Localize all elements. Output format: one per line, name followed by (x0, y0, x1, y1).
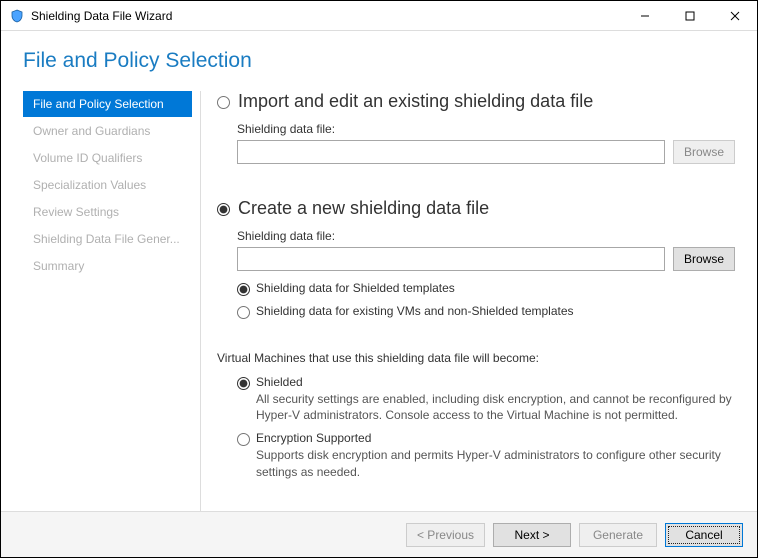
app-icon (9, 8, 25, 24)
vm-encryption-option[interactable]: Encryption Supported Supports disk encry… (237, 431, 735, 479)
content: File and Policy Selection File and Polic… (1, 31, 757, 557)
footer: < Previous Next > Generate Cancel (1, 511, 757, 557)
page-title: File and Policy Selection (1, 31, 757, 91)
sidebar: File and Policy Selection Owner and Guar… (1, 91, 201, 511)
template-nonshielded-option[interactable]: Shielding data for existing VMs and non-… (237, 304, 735, 319)
window-title: Shielding Data File Wizard (31, 9, 622, 23)
create-file-label: Shielding data file: (237, 229, 735, 243)
nav-shielding-data-file-generation[interactable]: Shielding Data File Gener... (23, 226, 192, 252)
body: File and Policy Selection Owner and Guar… (1, 91, 757, 511)
nav-owner-and-guardians[interactable]: Owner and Guardians (23, 118, 192, 144)
vm-shielded-desc: All security settings are enabled, inclu… (256, 391, 735, 423)
import-browse-button[interactable]: Browse (673, 140, 735, 164)
previous-button[interactable]: < Previous (406, 523, 485, 547)
template-shielded-radio[interactable] (237, 283, 250, 296)
generate-button[interactable]: Generate (579, 523, 657, 547)
vm-shielded-radio[interactable] (237, 377, 250, 390)
wizard-window: Shielding Data File Wizard File and Poli… (0, 0, 758, 558)
template-nonshielded-radio[interactable] (237, 306, 250, 319)
vm-shielded-option[interactable]: Shielded All security settings are enabl… (237, 375, 735, 423)
nav-specialization-values[interactable]: Specialization Values (23, 172, 192, 198)
option-create[interactable]: Create a new shielding data file (217, 198, 735, 219)
minimize-button[interactable] (622, 1, 667, 30)
main-panel: Import and edit an existing shielding da… (201, 91, 757, 511)
nav-volume-id-qualifiers[interactable]: Volume ID Qualifiers (23, 145, 192, 171)
import-file-label: Shielding data file: (237, 122, 735, 136)
create-file-input[interactable] (237, 247, 665, 271)
nav-summary[interactable]: Summary (23, 253, 192, 279)
template-nonshielded-label: Shielding data for existing VMs and non-… (256, 304, 574, 318)
template-shielded-label: Shielding data for Shielded templates (256, 281, 455, 295)
vm-encryption-radio[interactable] (237, 433, 250, 446)
window-controls (622, 1, 757, 30)
create-browse-button[interactable]: Browse (673, 247, 735, 271)
nav-file-and-policy-selection[interactable]: File and Policy Selection (23, 91, 192, 117)
template-shielded-option[interactable]: Shielding data for Shielded templates (237, 281, 735, 296)
option-create-radio[interactable] (217, 203, 230, 216)
maximize-button[interactable] (667, 1, 712, 30)
option-create-label: Create a new shielding data file (238, 198, 489, 219)
option-import[interactable]: Import and edit an existing shielding da… (217, 91, 735, 112)
vm-info-text: Virtual Machines that use this shielding… (217, 351, 735, 365)
vm-shielded-label: Shielded (256, 375, 735, 389)
vm-encryption-label: Encryption Supported (256, 431, 735, 445)
vm-encryption-desc: Supports disk encryption and permits Hyp… (256, 447, 735, 479)
titlebar: Shielding Data File Wizard (1, 1, 757, 31)
close-button[interactable] (712, 1, 757, 30)
next-button[interactable]: Next > (493, 523, 571, 547)
option-import-radio[interactable] (217, 96, 230, 109)
cancel-button[interactable]: Cancel (665, 523, 743, 547)
option-import-label: Import and edit an existing shielding da… (238, 91, 593, 112)
nav-review-settings[interactable]: Review Settings (23, 199, 192, 225)
import-file-input[interactable] (237, 140, 665, 164)
